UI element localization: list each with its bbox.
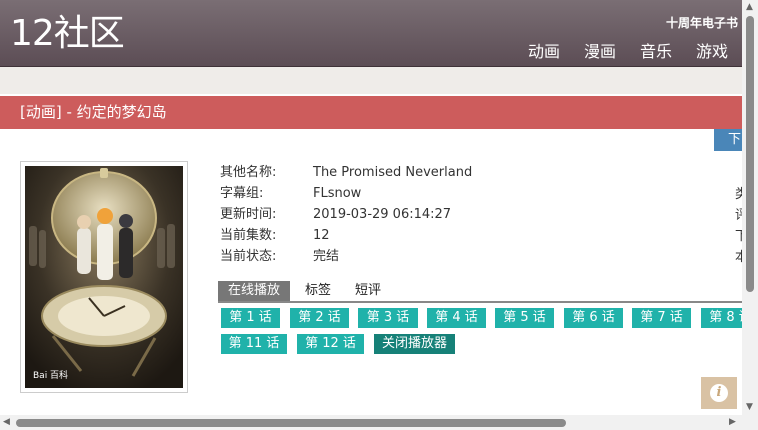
episode-button[interactable]: 第 11 话 [221, 334, 287, 354]
episode-list: 第 1 话 第 2 话 第 3 话 第 4 话 第 5 话 第 6 话 第 7 … [221, 308, 742, 358]
episode-button[interactable]: 第 3 话 [358, 308, 418, 328]
info-row: 更新时间: 2019-03-29 06:14:27 [220, 204, 472, 225]
vertical-scrollbar[interactable]: ▲ ▼ [742, 0, 758, 415]
info-label: 当前状态: [220, 249, 277, 264]
episode-button[interactable]: 第 1 话 [221, 308, 280, 328]
nav-anime[interactable]: 动画 [528, 38, 560, 62]
info-value: 2019-03-29 06:14:27 [313, 207, 452, 222]
scroll-right-icon[interactable]: ▶ [729, 417, 736, 427]
tab-bar: 在线播放 标签 短评 [218, 281, 742, 303]
info-panel: 其他名称: The Promised Neverland 字幕组: FLsnow… [220, 162, 472, 267]
episode-button[interactable]: 第 4 话 [427, 308, 486, 328]
episode-button[interactable]: 第 7 话 [632, 308, 691, 328]
nav-music[interactable]: 音乐 [640, 38, 672, 62]
info-label: 当前集数: [220, 228, 277, 243]
info-icon: i [710, 384, 728, 402]
tab-short-reviews[interactable]: 短评 [355, 281, 381, 301]
vertical-scroll-thumb[interactable] [746, 16, 754, 292]
info-label: 更新时间: [220, 207, 277, 222]
horizontal-scrollbar[interactable]: ◀ ▶ [0, 415, 742, 430]
info-value: 完结 [313, 249, 340, 264]
download-button[interactable]: 下 [714, 129, 742, 151]
scroll-left-icon[interactable]: ◀ [3, 417, 10, 427]
close-player-button[interactable]: 关闭播放器 [374, 334, 455, 354]
tab-online-play[interactable]: 在线播放 [218, 281, 291, 301]
info-label: 字幕组: [220, 186, 264, 201]
sub-bar [0, 67, 742, 94]
episode-button[interactable]: 第 12 话 [297, 334, 364, 354]
episode-button[interactable]: 第 5 话 [495, 308, 554, 328]
info-button[interactable]: i [701, 377, 737, 409]
site-header: 12社区 十周年电子书 动画 漫画 音乐 游戏 [0, 0, 742, 67]
site-logo[interactable]: 12社区 [10, 12, 125, 56]
info-value: 12 [313, 228, 330, 243]
poster-image: Bai 百科 [20, 161, 188, 393]
scroll-up-icon[interactable]: ▲ [746, 2, 753, 12]
tab-tags[interactable]: 标签 [305, 281, 331, 301]
episode-button[interactable]: 第 6 话 [564, 308, 623, 328]
main-nav: 动画 漫画 音乐 游戏 [528, 38, 728, 62]
info-row: 当前集数: 12 [220, 225, 472, 246]
info-label: 其他名称: [220, 165, 277, 180]
info-value: FLsnow [313, 186, 362, 201]
info-row: 字幕组: FLsnow [220, 183, 472, 204]
scroll-down-icon[interactable]: ▼ [746, 402, 753, 412]
nav-games[interactable]: 游戏 [696, 38, 728, 62]
scrollbar-corner [742, 415, 758, 430]
info-value: The Promised Neverland [313, 165, 473, 180]
page-title: [动画] - 约定的梦幻岛 [0, 96, 742, 129]
info-row: 其他名称: The Promised Neverland [220, 162, 472, 183]
info-row: 当前状态: 完结 [220, 246, 472, 267]
episode-button[interactable]: 第 2 话 [290, 308, 349, 328]
episode-button[interactable]: 第 8 话 [701, 308, 742, 328]
promo-link[interactable]: 十周年电子书 [666, 14, 738, 31]
horizontal-scroll-thumb[interactable] [16, 419, 566, 427]
nav-manga[interactable]: 漫画 [584, 38, 616, 62]
poster-watermark: Bai 百科 [33, 369, 68, 381]
poster-artwork: Bai 百科 [25, 166, 183, 388]
